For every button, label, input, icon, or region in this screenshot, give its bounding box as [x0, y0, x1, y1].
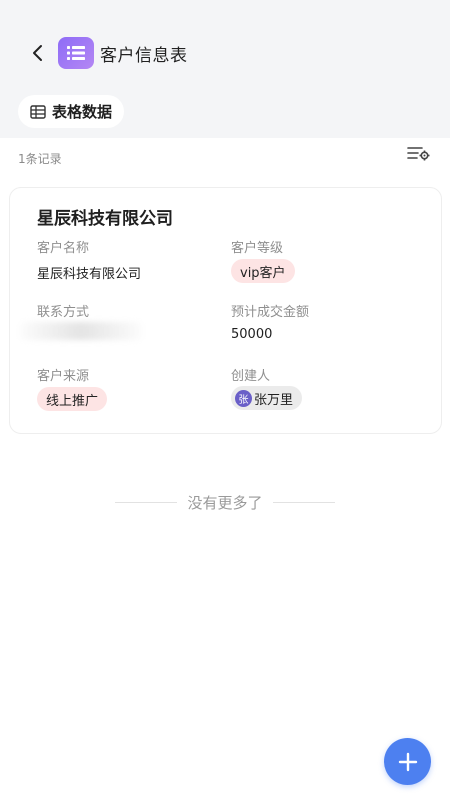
expected-amount-label: 预计成交金额	[231, 305, 310, 320]
record-count: 1条记录	[18, 152, 62, 166]
table-icon	[30, 104, 46, 119]
list-settings-button[interactable]	[406, 144, 432, 164]
avatar: 张	[235, 389, 252, 407]
customer-name-value: 星辰科技有限公司	[37, 267, 142, 282]
plus-icon	[398, 752, 417, 771]
back-button[interactable]	[18, 33, 58, 73]
creator-label: 创建人	[231, 369, 271, 384]
creator-name: 张万里	[254, 392, 294, 408]
contact-label: 联系方式	[37, 305, 90, 320]
divider-left	[115, 501, 178, 503]
end-of-list: 没有更多了	[0, 490, 450, 514]
records-bar: 1条记录	[0, 138, 450, 178]
customer-name-label: 客户名称	[37, 241, 90, 256]
nav-bar: 客户信息表	[0, 30, 450, 76]
divider-right	[272, 501, 335, 503]
end-of-list-text: 没有更多了	[187, 493, 263, 512]
creator-tag: 张 张万里	[231, 386, 303, 410]
record-card[interactable]: 星辰科技有限公司 客户名称 星辰科技有限公司 客户等级 vip客户 联系方式 预…	[9, 187, 442, 434]
tab-label: 表格数据	[52, 103, 113, 121]
chevron-left-icon	[33, 45, 42, 61]
card-title: 星辰科技有限公司	[37, 209, 173, 229]
list-icon	[58, 37, 94, 69]
customer-level-label: 客户等级	[231, 241, 284, 256]
list-settings-icon	[407, 147, 430, 161]
add-record-button[interactable]	[384, 738, 431, 785]
customer-level-tag: vip客户	[231, 259, 295, 283]
source-label: 客户来源	[37, 369, 90, 384]
page-title: 客户信息表	[100, 45, 188, 66]
tab-table-data[interactable]: 表格数据	[18, 95, 125, 128]
source-tag: 线上推广	[37, 387, 108, 411]
contact-value-redacted	[20, 322, 142, 340]
expected-amount-value: 50000	[231, 327, 273, 342]
